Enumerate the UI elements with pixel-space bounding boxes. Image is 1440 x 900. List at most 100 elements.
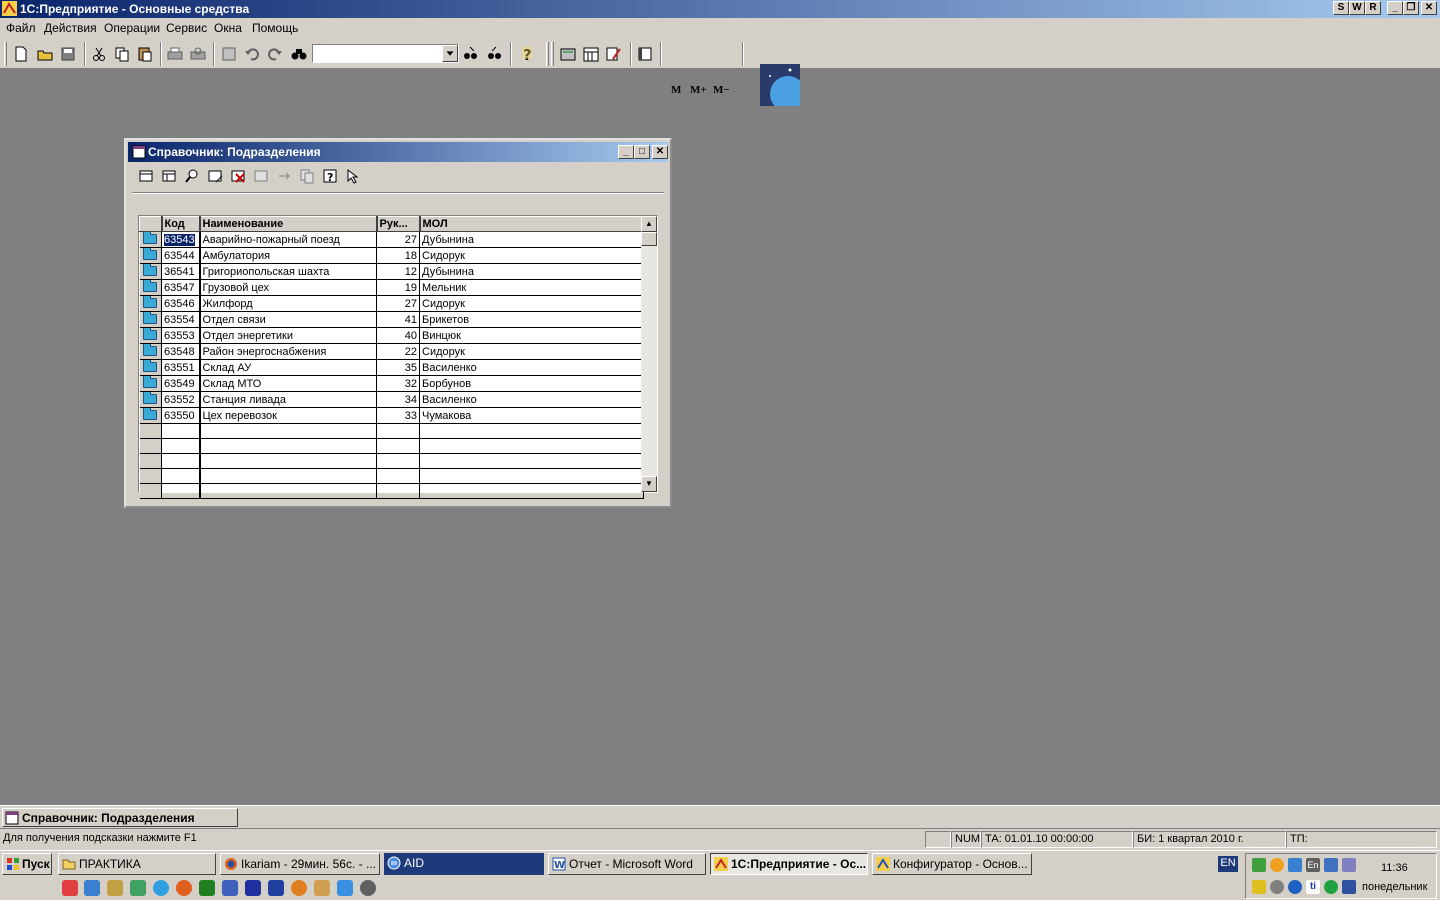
tray-icon[interactable] (1270, 880, 1284, 894)
copy-row-icon[interactable] (299, 168, 315, 184)
search-combo[interactable] (312, 44, 459, 63)
menu-operations[interactable]: Операции (104, 21, 160, 35)
tray-icon[interactable] (1324, 880, 1338, 894)
menu-windows[interactable]: Окна (214, 21, 242, 35)
find-prev-icon[interactable] (486, 45, 504, 63)
find-next-icon[interactable] (462, 45, 480, 63)
edit-text-icon[interactable] (605, 45, 623, 63)
cell-head[interactable]: 12 (376, 263, 420, 280)
cell-name[interactable]: Станция ливада (199, 391, 377, 408)
network-icon[interactable] (1342, 858, 1356, 872)
cell-mol[interactable]: Сидорук (419, 247, 644, 264)
cell-mol[interactable]: Дубынина (419, 231, 644, 248)
app-title-bar[interactable]: 1С:Предприятие - Основные средства S W R… (0, 0, 1440, 18)
properties-icon[interactable] (220, 45, 238, 63)
quicklaunch-icon[interactable] (62, 880, 78, 896)
delete-row-icon[interactable] (230, 168, 246, 184)
cell-mol[interactable]: Сидорук (419, 343, 644, 360)
tray-en-icon[interactable]: En (1306, 858, 1320, 872)
table-row[interactable]: 63550 Цех перевозок 33 Чумакова (139, 407, 644, 424)
ie-icon[interactable] (84, 880, 100, 896)
cell-code[interactable]: 36541 (161, 263, 201, 280)
cell-name[interactable]: Отдел связи (199, 311, 377, 328)
cell-head[interactable]: 27 (376, 231, 420, 248)
undo-icon[interactable] (243, 45, 261, 63)
cell-name[interactable]: Склад МТО (199, 375, 377, 392)
table-row[interactable]: 63552 Станция ливада 34 Василенко (139, 391, 644, 408)
table-row[interactable]: 63554 Отдел связи 41 Брикетов (139, 311, 644, 328)
cell-code[interactable]: 63554 (161, 311, 201, 328)
window-tab-catalog[interactable]: Справочник: Подразделения (2, 808, 238, 827)
cell-mol[interactable]: Дубынина (419, 263, 644, 280)
column-header-head[interactable]: Рук... (376, 216, 421, 232)
cell-code[interactable]: 63546 (161, 295, 201, 312)
cell-name[interactable]: Григориопольская шахта (199, 263, 377, 280)
quicklaunch-icon[interactable] (337, 880, 353, 896)
cell-mol[interactable]: Брикетов (419, 311, 644, 328)
cell-code[interactable]: 63552 (161, 391, 201, 408)
row-marker-header[interactable] (139, 216, 163, 232)
table-row[interactable]: 63546 Жилфорд 27 Сидорук (139, 295, 644, 312)
column-header-name[interactable]: Наименование (199, 216, 378, 232)
cell-code[interactable]: 63544 (161, 247, 201, 264)
hierarchy-icon[interactable] (253, 168, 269, 184)
skype-icon[interactable] (153, 880, 169, 896)
save-icon[interactable] (268, 880, 284, 896)
catalog-title-bar[interactable]: Справочник: Подразделения _ □ ✕ (128, 142, 668, 162)
cell-code[interactable]: 63547 (161, 279, 201, 296)
cell-code[interactable]: 63549 (161, 375, 201, 392)
cell-name[interactable]: Амбулатория (199, 247, 377, 264)
column-header-code[interactable]: Код (161, 216, 201, 232)
cell-mol[interactable]: Чумакова (419, 407, 644, 424)
cell-mol[interactable]: Сидорук (419, 295, 644, 312)
tray-icon[interactable] (1324, 858, 1338, 872)
edit-row-icon[interactable] (207, 168, 223, 184)
cell-head[interactable]: 41 (376, 311, 420, 328)
restore-button[interactable]: ❐ (1403, 1, 1419, 15)
quicklaunch-icon[interactable] (130, 880, 146, 896)
chevron-down-icon[interactable] (442, 45, 458, 62)
save-icon[interactable] (59, 45, 77, 63)
table-row[interactable]: 63549 Склад МТО 32 Борбунов (139, 375, 644, 392)
context-help-icon[interactable]: ? (322, 168, 338, 184)
w-button[interactable]: W (1349, 1, 1365, 15)
table-row[interactable]: 63544 Амбулатория 18 Сидорук (139, 247, 644, 264)
firefox-icon[interactable] (176, 880, 192, 896)
cell-code[interactable]: 63543 (161, 231, 201, 248)
menu-file[interactable]: Файл (6, 21, 36, 35)
quicklaunch-icon[interactable] (222, 880, 238, 896)
clock-time[interactable]: 11:36 (1381, 862, 1408, 874)
cell-head[interactable]: 35 (376, 359, 420, 376)
cell-head[interactable]: 27 (376, 295, 420, 312)
tray-icon[interactable] (1270, 858, 1284, 872)
cell-mol[interactable]: Василенко (419, 359, 644, 376)
cell-mol[interactable]: Мельник (419, 279, 644, 296)
redo-icon[interactable] (266, 45, 284, 63)
memory-button[interactable]: M (671, 84, 681, 96)
tray-icon[interactable] (1288, 858, 1302, 872)
calendar-icon[interactable] (582, 45, 600, 63)
cell-name[interactable]: Жилфорд (199, 295, 377, 312)
catalog-grid[interactable]: Код Наименование Рук... МОЛ 63543 Аварийн… (138, 215, 658, 499)
menu-actions[interactable]: Действия (44, 21, 97, 35)
tray-icon[interactable] (1342, 880, 1356, 894)
cell-head[interactable]: 32 (376, 375, 420, 392)
book-icon[interactable] (636, 45, 654, 63)
cell-code[interactable]: 63548 (161, 343, 201, 360)
cell-mol[interactable]: Василенко (419, 391, 644, 408)
cell-name[interactable]: Аварийно-пожарный поезд (199, 231, 377, 248)
catalog-table[interactable]: Код Наименование Рук... МОЛ 63543 Аварийн… (139, 216, 645, 499)
scroll-up-arrow-icon[interactable]: ▲ (641, 216, 657, 232)
column-header-mol[interactable]: МОЛ (419, 216, 645, 232)
table-row[interactable]: 63547 Грузовой цех 19 Мельник (139, 279, 644, 296)
cell-name[interactable]: Склад АУ (199, 359, 377, 376)
minimize-button[interactable]: _ (618, 145, 634, 159)
task-configurator[interactable]: Конфигуратор - Основ... (872, 853, 1032, 875)
task-aid[interactable]: AID (384, 853, 544, 875)
move-to-group-icon[interactable] (276, 168, 292, 184)
select-pointer-icon[interactable] (345, 168, 361, 184)
memory-minus-button[interactable]: M− (713, 84, 730, 96)
cut-icon[interactable] (90, 45, 108, 63)
paste-icon[interactable] (136, 45, 154, 63)
open-folder-icon[interactable] (36, 45, 54, 63)
